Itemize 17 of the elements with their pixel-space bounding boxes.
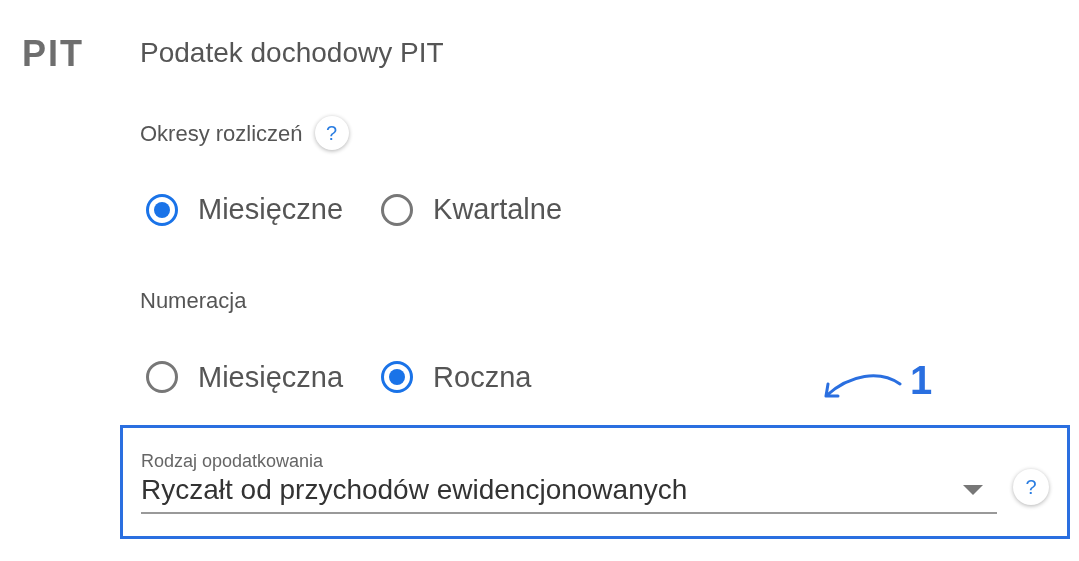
select-field[interactable]: Rodzaj opodatkowania Ryczałt od przychodów ewidencjonowanych bbox=[141, 450, 997, 514]
radio-option[interactable]: Miesięczne bbox=[146, 188, 344, 232]
help-button[interactable]: ? bbox=[314, 116, 349, 150]
pit-logo: PIT bbox=[22, 33, 84, 74]
radio-option[interactable]: Roczna bbox=[381, 355, 532, 399]
section-title: Podatek dochodowy PIT bbox=[140, 36, 445, 70]
group-label: Okresy rozliczeń bbox=[140, 119, 303, 148]
radio-button[interactable] bbox=[146, 361, 178, 394]
radio-button[interactable] bbox=[381, 361, 414, 394]
radio-button[interactable] bbox=[146, 193, 178, 226]
radio-option[interactable]: Miesięczna bbox=[146, 355, 344, 399]
radio-button[interactable] bbox=[381, 193, 414, 226]
group-label: Numeracja bbox=[140, 287, 247, 315]
help-button[interactable]: ? bbox=[1013, 469, 1049, 505]
annotation-number: 1 bbox=[910, 357, 933, 404]
radio-option[interactable]: Kwartalne bbox=[381, 188, 563, 232]
dropdown-caret-icon bbox=[963, 485, 983, 495]
